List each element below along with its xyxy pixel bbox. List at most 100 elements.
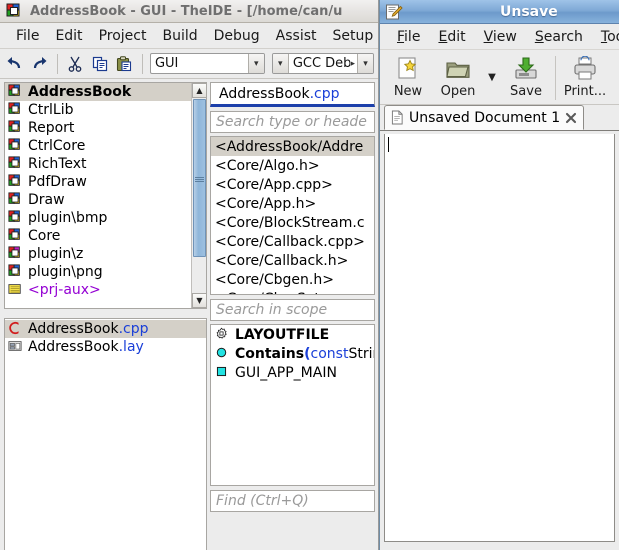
redo-icon[interactable] (28, 53, 49, 75)
include-item[interactable]: <Core/CharSet.cpp> (211, 289, 374, 295)
gedit-menu-search[interactable]: Search (526, 27, 592, 47)
chevron-down-icon[interactable]: ▾ (248, 54, 264, 73)
theide-window: AddressBook - GUI - TheIDE - [/home/can/… (0, 0, 379, 550)
scrollbar-grip (195, 176, 204, 181)
chevron-down-icon-left[interactable]: ▾ (273, 54, 289, 73)
menu-debug[interactable]: Debug (206, 26, 268, 46)
package-list-scrollbar[interactable]: ▲ ▼ (191, 83, 206, 308)
find-placeholder: Find (Ctrl+Q) (216, 493, 309, 509)
include-item[interactable]: <Core/App.cpp> (211, 175, 374, 194)
include-label: <Core/Callback.cpp> (215, 234, 365, 250)
include-item[interactable]: <Core/Algo.h> (211, 156, 374, 175)
upp-app-icon (6, 3, 22, 19)
include-item[interactable]: <AddressBook/Addre (211, 137, 374, 156)
scope-label: Contains (235, 346, 304, 362)
gedit-print-button[interactable]: Print... (561, 54, 609, 99)
editor-tab-ext: .cpp (310, 86, 340, 102)
include-item[interactable]: <Core/Cbgen.h> (211, 270, 374, 289)
scope-keyword: const (311, 346, 349, 362)
include-item[interactable]: <Core/Callback.cpp> (211, 232, 374, 251)
include-item[interactable]: <Core/BlockStream.c (211, 213, 374, 232)
gedit-menu-view[interactable]: View (475, 27, 526, 47)
package-label: plugin\bmp (28, 210, 107, 226)
scroll-down-icon[interactable]: ▼ (192, 293, 207, 308)
package-item-plugin-z[interactable]: plugin\z (5, 245, 191, 263)
gedit-tab-unsaved-document-1[interactable]: Unsaved Document 1 (384, 105, 584, 130)
scope-search-input[interactable]: Search in scope (210, 299, 375, 321)
package-icon (8, 156, 24, 172)
menu-setup[interactable]: Setup (325, 26, 379, 46)
menu-assist[interactable]: Assist (268, 26, 325, 46)
package-icon (8, 102, 24, 118)
gedit-menu-tools-rest: ools (607, 29, 619, 45)
gedit-open-button[interactable]: Open (434, 54, 482, 99)
scroll-up-icon[interactable]: ▲ (192, 83, 207, 98)
find-input[interactable]: Find (Ctrl+Q) (210, 490, 375, 512)
cut-icon[interactable] (65, 53, 86, 75)
document-icon (391, 110, 404, 125)
file-name: AddressBook (28, 339, 119, 355)
package-item-plugin-bmp[interactable]: plugin\bmp (5, 209, 191, 227)
package-list-pane: AddressBook CtrlLib Report (4, 82, 207, 309)
theide-titlebar[interactable]: AddressBook - GUI - TheIDE - [/home/can/… (0, 0, 378, 23)
gedit-print-label: Print... (564, 84, 606, 99)
include-label: <Core/Cbgen.h> (215, 272, 334, 288)
gedit-menu-tools[interactable]: Tools (592, 27, 619, 47)
type-search-input[interactable]: Search type or heade (210, 111, 375, 133)
package-item-ctrlcore[interactable]: CtrlCore (5, 137, 191, 155)
menu-project[interactable]: Project (91, 26, 155, 46)
package-item-pdfdraw[interactable]: PdfDraw (5, 173, 191, 191)
scope-list[interactable]: LAYOUTFILE Contains(const String GUI_APP… (210, 324, 375, 486)
editor-tab-addressbook-cpp[interactable]: AddressBook.cpp (210, 82, 375, 107)
package-item-core[interactable]: Core (5, 227, 191, 245)
include-item[interactable]: <Core/Callback.h> (211, 251, 374, 270)
gedit-new-label: New (394, 84, 422, 99)
menu-edit[interactable]: Edit (47, 26, 90, 46)
package-item-ctrllib[interactable]: CtrlLib (5, 101, 191, 119)
gedit-tab-row: Unsaved Document 1 (380, 105, 619, 131)
assist-column: AddressBook.cpp Search type or heade <Ad… (210, 82, 375, 550)
gedit-menu-search-rest: earch (544, 29, 583, 45)
file-list-pane[interactable]: AddressBook.cpp AddressBook.lay (4, 318, 207, 550)
gedit-text-area[interactable] (384, 134, 615, 542)
package-item-report[interactable]: Report (5, 119, 191, 137)
file-item-cpp[interactable]: AddressBook.cpp (5, 320, 206, 338)
copy-icon[interactable] (89, 53, 110, 75)
package-list[interactable]: AddressBook CtrlLib Report (5, 83, 191, 308)
gedit-open-label: Open (441, 84, 476, 99)
package-icon (8, 192, 24, 208)
gedit-menu-file[interactable]: File (388, 27, 429, 47)
file-item-lay[interactable]: AddressBook.lay (5, 338, 206, 356)
package-icon (8, 138, 24, 154)
gedit-menu-edit[interactable]: Edit (429, 27, 474, 47)
package-item-prj-aux[interactable]: <prj-aux> (5, 281, 191, 299)
package-icon (8, 210, 24, 226)
main-package-combo[interactable]: GUI ▾ (150, 53, 265, 74)
main-package-value: GUI (151, 56, 248, 71)
scope-item-layoutfile[interactable]: LAYOUTFILE (211, 325, 374, 344)
menu-file[interactable]: File (8, 26, 47, 46)
menu-build[interactable]: Build (154, 26, 205, 46)
include-label: <AddressBook/Addre (215, 139, 363, 155)
undo-icon[interactable] (4, 53, 25, 75)
paste-icon[interactable] (114, 53, 135, 75)
toolbar-separator-1 (57, 54, 58, 74)
build-method-combo[interactable]: ▾ GCC Debu ▸ ▾ (272, 53, 374, 74)
gedit-titlebar[interactable]: Unsave (380, 0, 619, 24)
include-list[interactable]: <AddressBook/Addre <Core/Algo.h> <Core/A… (210, 136, 375, 295)
package-item-plugin-png[interactable]: plugin\png (5, 263, 191, 281)
package-item-addressbook[interactable]: AddressBook (5, 83, 191, 101)
chevron-down-icon-2[interactable]: ▾ (357, 54, 373, 73)
close-x-icon[interactable] (565, 112, 577, 124)
include-item[interactable]: <Core/App.h> (211, 194, 374, 213)
chevron-down-icon[interactable]: ▼ (484, 54, 500, 100)
scrollbar-thumb[interactable] (193, 99, 206, 257)
include-label: <Core/Callback.h> (215, 253, 348, 269)
package-item-draw[interactable]: Draw (5, 191, 191, 209)
gedit-save-button[interactable]: Save (502, 54, 550, 99)
gedit-new-button[interactable]: New (384, 54, 432, 99)
scope-item-contains[interactable]: Contains(const String (211, 344, 374, 363)
scope-item-gui-app-main[interactable]: GUI_APP_MAIN (211, 363, 374, 382)
package-item-richtext[interactable]: RichText (5, 155, 191, 173)
gedit-menu-search-mnemonic: S (535, 29, 544, 45)
